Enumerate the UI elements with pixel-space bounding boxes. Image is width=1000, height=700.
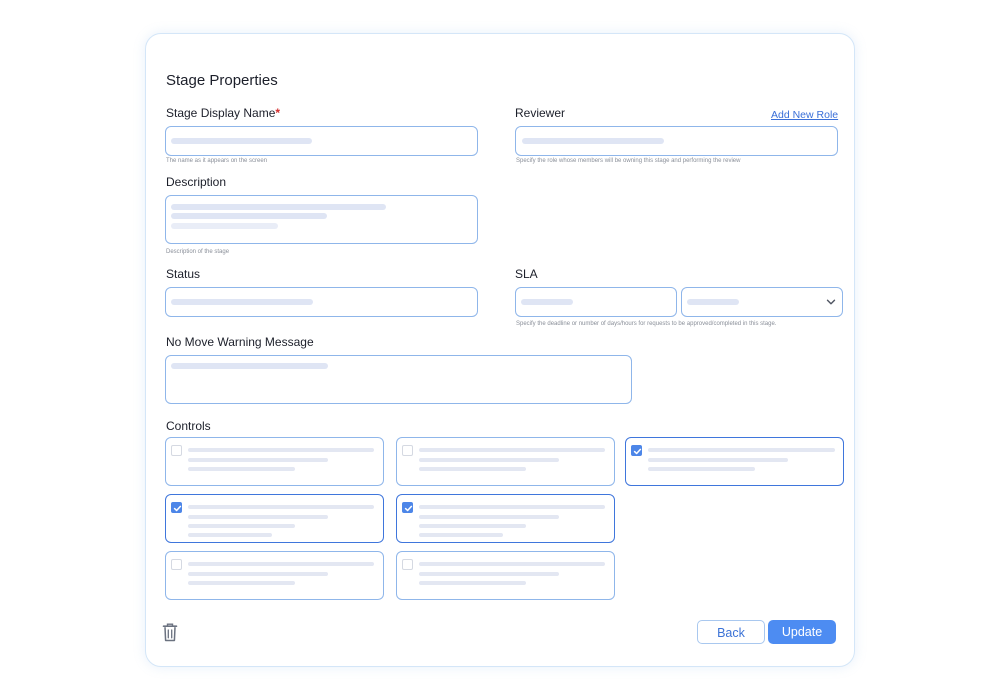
sla-unit-select[interactable] <box>681 287 843 317</box>
chevron-down-icon <box>826 299 836 305</box>
placeholder-line <box>419 467 526 471</box>
placeholder-line <box>419 458 559 462</box>
control-option-card[interactable] <box>625 437 844 486</box>
placeholder-line <box>188 505 374 509</box>
add-new-role-link[interactable]: Add New Role <box>771 109 838 121</box>
placeholder-line <box>188 533 272 537</box>
checkbox-checked[interactable] <box>402 502 413 513</box>
control-option-card[interactable] <box>165 437 384 486</box>
placeholder-bar <box>171 363 328 369</box>
display-name-label-text: Stage Display Name <box>166 106 276 120</box>
checkbox-checked[interactable] <box>171 502 182 513</box>
reviewer-label: Reviewer <box>515 106 566 120</box>
placeholder-bar <box>687 299 739 305</box>
control-option-card[interactable] <box>396 437 615 486</box>
control-option-card[interactable] <box>165 494 384 543</box>
placeholder-line <box>648 448 835 452</box>
sla-label: SLA <box>515 267 538 281</box>
stage-properties-card: Stage Properties Stage Display Name* The… <box>145 33 855 667</box>
status-input[interactable] <box>165 287 478 317</box>
no-move-warning-textarea[interactable] <box>165 355 632 404</box>
page-title: Stage Properties <box>166 72 278 89</box>
placeholder-bar <box>171 299 313 305</box>
placeholder-line <box>648 458 788 462</box>
placeholder-line <box>188 458 328 462</box>
trash-icon[interactable] <box>162 623 178 642</box>
placeholder-line <box>419 505 605 509</box>
description-textarea[interactable] <box>165 195 478 244</box>
control-option-card[interactable] <box>396 551 615 600</box>
placeholder-bar <box>171 213 327 219</box>
placeholder-line <box>419 562 605 566</box>
placeholder-line <box>419 533 503 537</box>
back-button[interactable]: Back <box>697 620 765 644</box>
description-hint: Description of the stage <box>166 249 230 255</box>
placeholder-line <box>188 515 328 519</box>
control-option-card[interactable] <box>396 494 615 543</box>
placeholder-line <box>419 515 559 519</box>
placeholder-line <box>648 467 755 471</box>
placeholder-bar <box>171 204 386 210</box>
sla-hint: Specify the deadline or number of days/h… <box>516 321 777 327</box>
placeholder-bar <box>171 138 312 144</box>
placeholder-line <box>188 467 295 471</box>
reviewer-hint: Specify the role whose members will be o… <box>516 158 741 164</box>
checkbox[interactable] <box>171 559 182 570</box>
checkbox[interactable] <box>171 445 182 456</box>
placeholder-line <box>188 581 295 585</box>
placeholder-line <box>419 581 526 585</box>
checkmark-icon <box>633 448 642 455</box>
placeholder-line <box>188 562 374 566</box>
description-label: Description <box>166 175 227 189</box>
placeholder-line <box>419 572 559 576</box>
display-name-input[interactable] <box>165 126 478 156</box>
display-name-label: Stage Display Name* <box>166 106 280 120</box>
checkbox-checked[interactable] <box>631 445 642 456</box>
required-marker: * <box>275 106 281 120</box>
placeholder-line <box>188 448 374 452</box>
control-option-card[interactable] <box>165 551 384 600</box>
placeholder-bar <box>521 299 573 305</box>
status-label: Status <box>166 267 201 281</box>
display-name-hint: The name as it appears on the screen <box>166 158 268 164</box>
no-move-warning-label: No Move Warning Message <box>166 335 314 349</box>
sla-value-input[interactable] <box>515 287 677 317</box>
placeholder-bar <box>522 138 664 144</box>
reviewer-input[interactable] <box>515 126 838 156</box>
placeholder-bar <box>171 223 278 229</box>
checkbox[interactable] <box>402 445 413 456</box>
update-button[interactable]: Update <box>768 620 836 644</box>
placeholder-line <box>188 572 328 576</box>
checkbox[interactable] <box>402 559 413 570</box>
controls-label: Controls <box>166 419 211 433</box>
placeholder-line <box>419 448 605 452</box>
placeholder-line <box>188 524 295 528</box>
placeholder-line <box>419 524 526 528</box>
checkmark-icon <box>173 505 182 512</box>
checkmark-icon <box>404 505 413 512</box>
